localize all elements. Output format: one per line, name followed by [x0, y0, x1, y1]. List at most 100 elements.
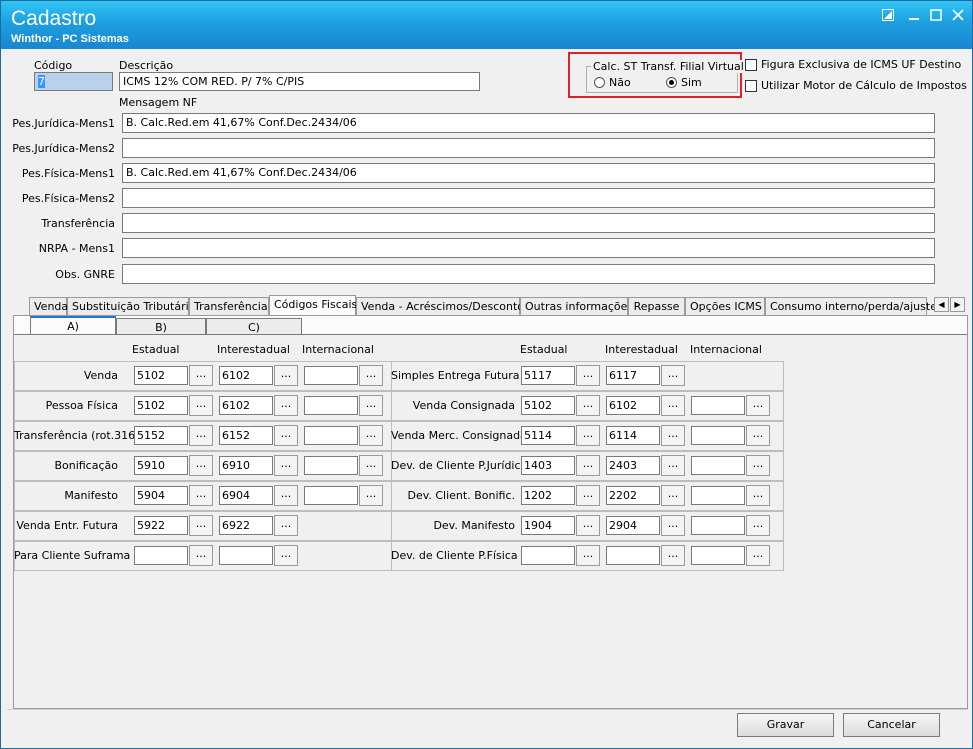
cfop-intl-input[interactable] — [691, 516, 745, 535]
cfop-intl-input[interactable] — [691, 456, 745, 475]
ellipsis-button[interactable]: ... — [359, 365, 383, 386]
cfop-est-input[interactable]: 1904 — [521, 516, 575, 535]
ellipsis-button[interactable]: ... — [746, 455, 770, 476]
ellipsis-button[interactable]: ... — [274, 365, 298, 386]
cancelar-button[interactable]: Cancelar — [843, 713, 940, 737]
cfop-inter-input[interactable]: 6910 — [219, 456, 273, 475]
tab-transferencia[interactable]: Transferência — [189, 297, 269, 315]
message-field-input[interactable] — [122, 264, 935, 284]
cfop-est-input[interactable]: 5102 — [521, 396, 575, 415]
message-field-input[interactable]: B. Calc.Red.em 41,67% Conf.Dec.2434/06 — [122, 163, 935, 183]
ellipsis-button[interactable]: ... — [189, 395, 213, 416]
cfop-inter-input[interactable]: 6114 — [606, 426, 660, 445]
tab-venda-acrescimos-descontos[interactable]: Venda - Acréscimos/Descontos — [356, 297, 530, 315]
radio-sim[interactable] — [666, 77, 677, 88]
ellipsis-button[interactable]: ... — [576, 395, 600, 416]
ellipsis-button[interactable]: ... — [359, 485, 383, 506]
ellipsis-button[interactable]: ... — [274, 485, 298, 506]
cfop-inter-input[interactable]: 6117 — [606, 366, 660, 385]
tab-opcoes-icms[interactable]: Opções ICMS — [685, 297, 765, 315]
ellipsis-button[interactable]: ... — [661, 395, 685, 416]
subtab-a[interactable]: A) — [30, 316, 116, 336]
ellipsis-button[interactable]: ... — [189, 545, 213, 566]
ellipsis-button[interactable]: ... — [274, 545, 298, 566]
ellipsis-button[interactable]: ... — [746, 485, 770, 506]
cfop-est-input[interactable]: 5102 — [134, 396, 188, 415]
gravar-button[interactable]: Gravar — [737, 713, 834, 737]
utilizar-motor-checkbox[interactable] — [745, 80, 757, 92]
cfop-est-input[interactable]: 5910 — [134, 456, 188, 475]
ellipsis-button[interactable]: ... — [746, 545, 770, 566]
minimize-icon[interactable] — [907, 9, 921, 23]
cfop-intl-input[interactable] — [691, 546, 745, 565]
ellipsis-button[interactable]: ... — [661, 545, 685, 566]
ellipsis-button[interactable]: ... — [359, 455, 383, 476]
tab-venda[interactable]: Venda — [29, 297, 68, 315]
tab-outras-informacoes[interactable]: Outras informações — [520, 297, 633, 315]
cfop-est-input[interactable]: 1202 — [521, 486, 575, 505]
ellipsis-button[interactable]: ... — [746, 425, 770, 446]
cfop-inter-input[interactable]: 6102 — [219, 366, 273, 385]
ellipsis-button[interactable]: ... — [661, 455, 685, 476]
ellipsis-button[interactable]: ... — [274, 425, 298, 446]
cfop-intl-input[interactable] — [691, 426, 745, 445]
cfop-intl-input[interactable] — [304, 486, 358, 505]
codigo-field[interactable]: 7 — [34, 72, 113, 91]
cfop-est-input[interactable]: 5904 — [134, 486, 188, 505]
descricao-field[interactable]: ICMS 12% COM RED. P/ 7% C/PIS — [119, 72, 480, 91]
cfop-est-input[interactable]: 1403 — [521, 456, 575, 475]
cfop-inter-input[interactable]: 2202 — [606, 486, 660, 505]
tab-repasse[interactable]: Repasse — [628, 297, 685, 315]
tab-scroll-left-icon[interactable]: ◀ — [934, 297, 949, 312]
ellipsis-button[interactable]: ... — [359, 395, 383, 416]
figura-exclusiva-checkbox[interactable] — [745, 59, 757, 71]
cfop-inter-input[interactable]: 6922 — [219, 516, 273, 535]
ellipsis-button[interactable]: ... — [576, 515, 600, 536]
ellipsis-button[interactable]: ... — [661, 365, 685, 386]
cfop-est-input[interactable]: 5117 — [521, 366, 575, 385]
cfop-intl-input[interactable] — [304, 366, 358, 385]
ellipsis-button[interactable]: ... — [274, 395, 298, 416]
message-field-input[interactable] — [122, 188, 935, 208]
ellipsis-button[interactable]: ... — [189, 425, 213, 446]
ellipsis-button[interactable]: ... — [576, 455, 600, 476]
tab-scroll-right-icon[interactable]: ▶ — [950, 297, 965, 312]
message-field-input[interactable] — [122, 238, 935, 258]
radio-nao[interactable] — [594, 77, 605, 88]
message-field-input[interactable] — [122, 213, 935, 233]
maximize-icon[interactable] — [929, 9, 943, 23]
cfop-inter-input[interactable]: 6152 — [219, 426, 273, 445]
cfop-intl-input[interactable] — [304, 456, 358, 475]
tab-consumo-interno[interactable]: Consumo interno/perda/ajuste — [765, 297, 937, 315]
ellipsis-button[interactable]: ... — [189, 485, 213, 506]
tab-substituicao-tributaria[interactable]: Substituição Tributária — [67, 297, 195, 315]
cfop-inter-input[interactable]: 6102 — [219, 396, 273, 415]
message-field-input[interactable] — [122, 138, 935, 158]
cfop-inter-input[interactable]: 2403 — [606, 456, 660, 475]
cfop-est-input[interactable]: 5922 — [134, 516, 188, 535]
message-field-input[interactable]: B. Calc.Red.em 41,67% Conf.Dec.2434/06 — [122, 113, 935, 133]
ellipsis-button[interactable]: ... — [274, 515, 298, 536]
cfop-est-input[interactable]: 5114 — [521, 426, 575, 445]
cfop-est-input[interactable]: 5102 — [134, 366, 188, 385]
ellipsis-button[interactable]: ... — [576, 485, 600, 506]
ellipsis-button[interactable]: ... — [746, 395, 770, 416]
ellipsis-button[interactable]: ... — [576, 545, 600, 566]
cfop-est-input[interactable] — [521, 546, 575, 565]
cfop-est-input[interactable] — [134, 546, 188, 565]
ellipsis-button[interactable]: ... — [359, 425, 383, 446]
ellipsis-button[interactable]: ... — [661, 485, 685, 506]
ellipsis-button[interactable]: ... — [189, 365, 213, 386]
tab-codigos-fiscais[interactable]: Códigos Fiscais — [269, 295, 357, 316]
ellipsis-button[interactable]: ... — [661, 515, 685, 536]
ellipsis-button[interactable]: ... — [576, 365, 600, 386]
cfop-intl-input[interactable] — [304, 426, 358, 445]
cfop-intl-input[interactable] — [691, 396, 745, 415]
cfop-inter-input[interactable]: 2904 — [606, 516, 660, 535]
ellipsis-button[interactable]: ... — [576, 425, 600, 446]
cfop-inter-input[interactable] — [606, 546, 660, 565]
cfop-inter-input[interactable] — [219, 546, 273, 565]
ellipsis-button[interactable]: ... — [274, 455, 298, 476]
close-icon[interactable] — [951, 9, 965, 23]
ellipsis-button[interactable]: ... — [189, 455, 213, 476]
